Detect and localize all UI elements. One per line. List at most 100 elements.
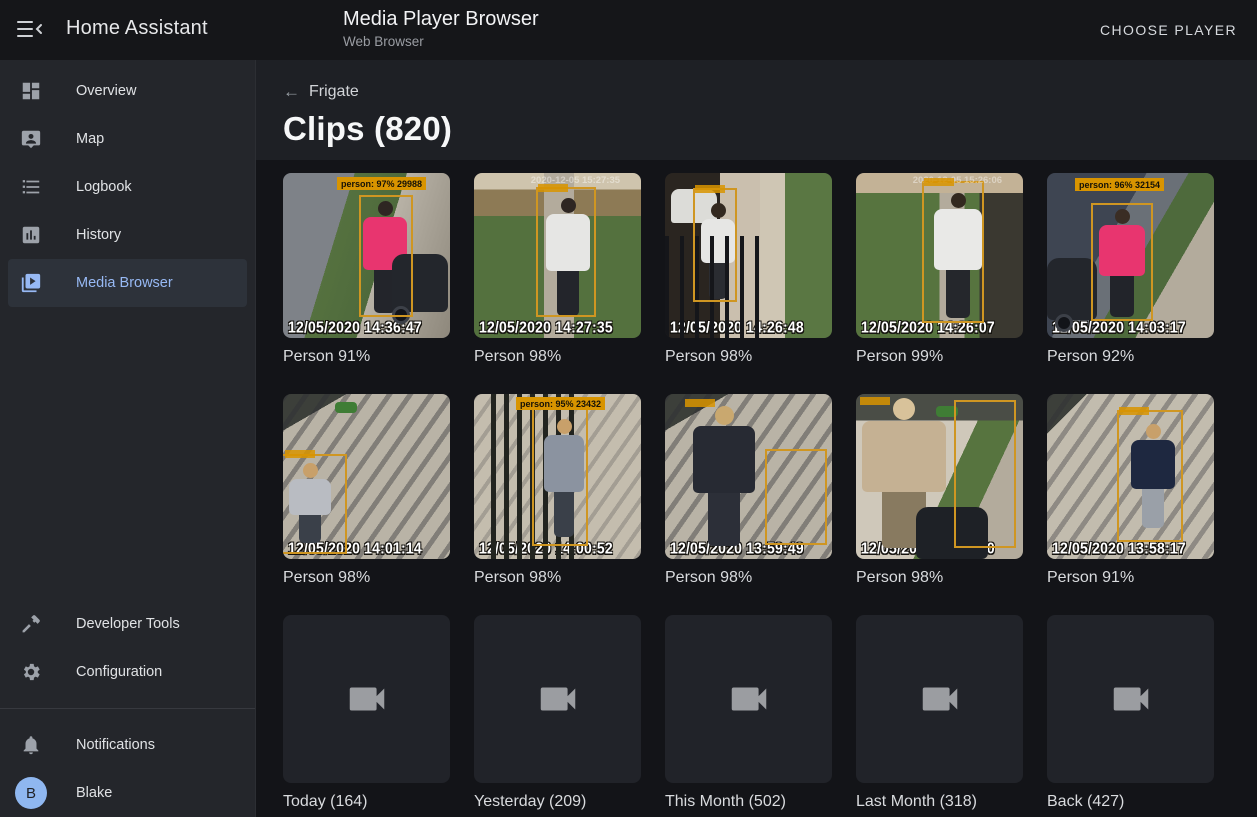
sidebar-divider xyxy=(0,708,255,709)
folder-label: Last Month (318) xyxy=(856,792,1023,812)
clip-caption: Person 92% xyxy=(1047,347,1214,367)
clip-thumbnail: person: 97% 29988 12/05/2020 14:36:47 xyxy=(283,173,450,338)
media-browser-panel: ← Frigate Clips (820) person: 97% 29988 … xyxy=(256,60,1257,817)
stroller-wheel xyxy=(1055,314,1073,332)
detection-label-small xyxy=(685,399,715,407)
folder-label: Back (427) xyxy=(1047,792,1214,812)
clip-caption: Person 98% xyxy=(474,347,641,367)
folder-thumbnail xyxy=(1047,615,1214,783)
clip-thumbnail: 2020-12-05 15:26:06 12/05/2020 14:26:07 xyxy=(856,173,1023,338)
choose-player-button[interactable]: CHOOSE PLAYER xyxy=(1100,0,1237,60)
person-figure xyxy=(693,406,755,546)
detection-bbox xyxy=(954,400,1016,548)
media-grid-container: person: 97% 29988 12/05/2020 14:36:47 Pe… xyxy=(256,160,1257,817)
detection-label-small xyxy=(538,184,568,192)
clip-tile[interactable]: 12/05/2020 14:01:14 Person 98% xyxy=(283,394,450,588)
sidebar-item-map[interactable]: Map xyxy=(8,115,247,163)
sidebar-item-label: Blake xyxy=(76,785,112,801)
sidebar-item-label: Developer Tools xyxy=(76,616,180,632)
clip-thumbnail: person: 95% 23432 12/05/2020 14:00:52 xyxy=(474,394,641,559)
detection-bbox xyxy=(1091,203,1153,321)
clip-thumbnail: person: 96% 32154 12/05/2020 14:03:17 xyxy=(1047,173,1214,338)
list-bulleted-icon xyxy=(19,175,43,199)
sidebar-toggle-button[interactable] xyxy=(14,16,44,44)
play-box-multiple-icon xyxy=(19,271,43,295)
clip-tile[interactable]: 12/05/2020 14:26:48 Person 98% xyxy=(665,173,832,367)
clip-thumbnail: 12/05/2020 13:58:30 xyxy=(856,394,1023,559)
breadcrumb-label: Frigate xyxy=(309,83,359,101)
sidebar-item-media-browser[interactable]: Media Browser xyxy=(8,259,247,307)
clip-caption: Person 98% xyxy=(856,568,1023,588)
clip-tile[interactable]: person: 97% 29988 12/05/2020 14:36:47 Pe… xyxy=(283,173,450,367)
chart-box-icon xyxy=(19,223,43,247)
detection-bbox xyxy=(765,449,827,545)
clip-tile[interactable]: 12/05/2020 13:58:17 Person 91% xyxy=(1047,394,1214,588)
sidebar-item-label: Notifications xyxy=(76,737,155,753)
detection-bbox xyxy=(1117,410,1183,542)
sidebar-item-label: History xyxy=(76,227,121,243)
clip-tile[interactable]: 12/05/2020 13:59:49 Person 98% xyxy=(665,394,832,588)
page-title: Clips (820) xyxy=(283,110,1257,148)
detection-label: person: 97% 29988 xyxy=(337,177,426,190)
detection-bbox xyxy=(693,188,737,302)
clip-tile[interactable]: 2020-12-05 15:27:35 12/05/2020 14:27:35 … xyxy=(474,173,641,367)
hammer-icon xyxy=(19,612,43,636)
gear-icon xyxy=(19,660,43,684)
detection-bbox xyxy=(922,181,984,323)
breadcrumb-back-link[interactable]: ← Frigate xyxy=(283,82,359,102)
folder-tile-this-month[interactable]: This Month (502) xyxy=(665,615,832,812)
clip-tile[interactable]: 12/05/2020 13:58:30 Person 98% xyxy=(856,394,1023,588)
menu-toggle-icon xyxy=(15,17,43,41)
dashboard-icon xyxy=(19,79,43,103)
panel-subtitle: Web Browser xyxy=(343,34,539,49)
sidebar-item-label: Logbook xyxy=(76,179,132,195)
detection-label-small xyxy=(285,450,315,458)
folder-tile-last-month[interactable]: Last Month (318) xyxy=(856,615,1023,812)
clip-tile[interactable]: 2020-12-05 15:26:06 12/05/2020 14:26:07 … xyxy=(856,173,1023,367)
clip-tile[interactable]: person: 96% 32154 12/05/2020 14:03:17 Pe… xyxy=(1047,173,1214,367)
detection-label-small xyxy=(1119,407,1149,415)
videocam-icon xyxy=(1108,676,1154,722)
clip-timestamp: 12/05/2020 14:27:35 xyxy=(479,318,613,336)
bell-icon xyxy=(19,733,43,757)
sidebar-item-developer-tools[interactable]: Developer Tools xyxy=(8,600,247,648)
clip-thumbnail: 12/05/2020 14:01:14 xyxy=(283,394,450,559)
folder-tile-back[interactable]: Back (427) xyxy=(1047,615,1214,812)
sidebar-item-logbook[interactable]: Logbook xyxy=(8,163,247,211)
sidebar-spacer xyxy=(0,307,255,600)
clip-tile[interactable]: person: 95% 23432 12/05/2020 14:00:52 Pe… xyxy=(474,394,641,588)
clip-caption: Person 98% xyxy=(283,568,450,588)
stroller-figure xyxy=(1047,258,1097,320)
sidebar-item-user-profile[interactable]: B Blake xyxy=(8,769,247,817)
sidebar-item-label: Overview xyxy=(76,83,136,99)
sidebar-item-overview[interactable]: Overview xyxy=(8,67,247,115)
folder-label: Yesterday (209) xyxy=(474,792,641,812)
sidebar-item-configuration[interactable]: Configuration xyxy=(8,648,247,696)
app-header: Home Assistant Media Player Browser Web … xyxy=(0,0,1257,60)
account-box-icon xyxy=(19,127,43,151)
detection-label-small xyxy=(695,185,725,193)
clip-thumbnail: 2020-12-05 15:27:35 12/05/2020 14:27:35 xyxy=(474,173,641,338)
folder-thumbnail xyxy=(856,615,1023,783)
panel-title: Media Player Browser xyxy=(343,8,539,31)
clip-caption: Person 98% xyxy=(665,568,832,588)
clip-thumbnail: 12/05/2020 13:58:17 xyxy=(1047,394,1214,559)
clip-caption: Person 91% xyxy=(283,347,450,367)
clip-caption: Person 98% xyxy=(665,347,832,367)
folder-tile-today[interactable]: Today (164) xyxy=(283,615,450,812)
folder-tile-yesterday[interactable]: Yesterday (209) xyxy=(474,615,641,812)
media-grid: person: 97% 29988 12/05/2020 14:36:47 Pe… xyxy=(283,173,1257,812)
videocam-icon xyxy=(344,676,390,722)
sidebar-item-notifications[interactable]: Notifications xyxy=(8,721,247,769)
clip-caption: Person 99% xyxy=(856,347,1023,367)
back-arrow-icon: ← xyxy=(283,82,300,102)
sidebar-item-label: Map xyxy=(76,131,104,147)
clip-caption: Person 91% xyxy=(1047,568,1214,588)
videocam-icon xyxy=(726,676,772,722)
content-header: ← Frigate Clips (820) xyxy=(256,60,1257,160)
clip-caption: Person 98% xyxy=(474,568,641,588)
clip-thumbnail: 12/05/2020 14:26:48 xyxy=(665,173,832,338)
sidebar-item-history[interactable]: History xyxy=(8,211,247,259)
sidebar-item-label: Configuration xyxy=(76,664,162,680)
detection-label: person: 95% 23432 xyxy=(516,397,605,410)
